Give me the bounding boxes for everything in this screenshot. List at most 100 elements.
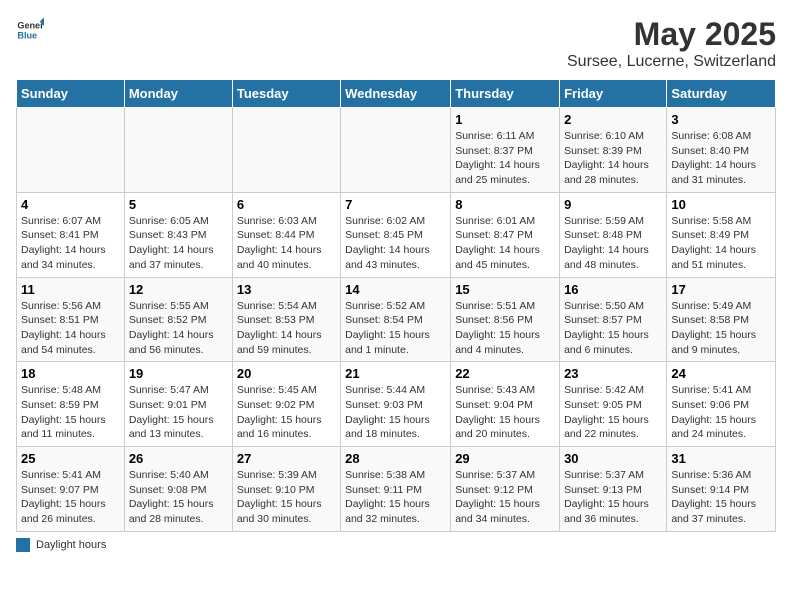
day-number: 22: [455, 366, 555, 381]
calendar-cell: 22Sunrise: 5:43 AM Sunset: 9:04 PM Dayli…: [451, 362, 560, 447]
day-detail: Sunrise: 5:37 AM Sunset: 9:12 PM Dayligh…: [455, 468, 555, 527]
calendar-cell: 13 Sunrise: 5:54 AM Sunset: 8:53 PM Dayli…: [232, 277, 340, 362]
location-subtitle: Sursee, Lucerne, Switzerland: [567, 53, 776, 71]
calendar-week-row: 4Sunrise: 6:07 AM Sunset: 8:41 PM Daylig…: [17, 192, 776, 277]
day-detail: Sunrise: 5:54 AM Sunset: 8:53 PM Dayligh…: [237, 299, 336, 358]
day-number: 8: [455, 197, 555, 212]
calendar-week-row: 18 Sunrise: 5:48 AM Sunset: 8:59 PM Dayli…: [17, 362, 776, 447]
day-number: 12: [129, 282, 228, 297]
calendar-cell: [232, 108, 340, 193]
day-number: 19: [129, 366, 228, 381]
day-number: 25: [21, 451, 120, 466]
page-header: General Blue May 2025 Sursee, Lucerne, S…: [16, 16, 776, 71]
day-number: 17: [671, 282, 771, 297]
calendar-cell: 23 Sunrise: 5:42 AM Sunset: 9:05 PM Dayli…: [560, 362, 667, 447]
day-number: 1: [455, 112, 555, 127]
legend-label: Daylight hours: [36, 539, 106, 551]
day-detail: Sunrise: 5:48 AM Sunset: 8:59 PM Dayligh…: [21, 383, 120, 442]
svg-text:Blue: Blue: [17, 30, 37, 40]
calendar-table: Sunday Monday Tuesday Wednesday Thursday…: [16, 79, 776, 532]
svg-text:General: General: [17, 21, 44, 31]
day-number: 3: [671, 112, 771, 127]
calendar-cell: 5 Sunrise: 6:05 AM Sunset: 8:43 PM Daylig…: [124, 192, 232, 277]
day-detail: Sunrise: 6:01 AM Sunset: 8:47 PM Dayligh…: [455, 214, 555, 273]
calendar-cell: 14Sunrise: 5:52 AM Sunset: 8:54 PM Dayli…: [341, 277, 451, 362]
day-detail: Sunrise: 6:07 AM Sunset: 8:41 PM Dayligh…: [21, 214, 120, 273]
day-detail: Sunrise: 5:55 AM Sunset: 8:52 PM Dayligh…: [129, 299, 228, 358]
day-detail: Sunrise: 6:03 AM Sunset: 8:44 PM Dayligh…: [237, 214, 336, 273]
calendar-cell: 18 Sunrise: 5:48 AM Sunset: 8:59 PM Dayli…: [17, 362, 125, 447]
day-detail: Sunrise: 5:58 AM Sunset: 8:49 PM Dayligh…: [671, 214, 771, 273]
header-wednesday: Wednesday: [341, 80, 451, 108]
month-year-title: May 2025: [567, 16, 776, 53]
calendar-cell: 17Sunrise: 5:49 AM Sunset: 8:58 PM Dayli…: [667, 277, 776, 362]
day-detail: Sunrise: 5:56 AM Sunset: 8:51 PM Dayligh…: [21, 299, 120, 358]
day-number: 2: [564, 112, 662, 127]
day-number: 23: [564, 366, 662, 381]
day-number: 28: [345, 451, 446, 466]
calendar-cell: 9 Sunrise: 5:59 AM Sunset: 8:48 PM Daylig…: [560, 192, 667, 277]
day-detail: Sunrise: 6:05 AM Sunset: 8:43 PM Dayligh…: [129, 214, 228, 273]
calendar-cell: 10 Sunrise: 5:58 AM Sunset: 8:49 PM Dayli…: [667, 192, 776, 277]
day-number: 29: [455, 451, 555, 466]
day-detail: Sunrise: 5:51 AM Sunset: 8:56 PM Dayligh…: [455, 299, 555, 358]
calendar-cell: [124, 108, 232, 193]
calendar-cell: 26Sunrise: 5:40 AM Sunset: 9:08 PM Dayli…: [124, 447, 232, 532]
day-detail: Sunrise: 6:11 AM Sunset: 8:37 PM Dayligh…: [455, 129, 555, 188]
day-number: 7: [345, 197, 446, 212]
calendar-cell: 21 Sunrise: 5:44 AM Sunset: 9:03 PM Dayli…: [341, 362, 451, 447]
header-friday: Friday: [560, 80, 667, 108]
day-detail: Sunrise: 5:38 AM Sunset: 9:11 PM Dayligh…: [345, 468, 446, 527]
day-detail: Sunrise: 5:47 AM Sunset: 9:01 PM Dayligh…: [129, 383, 228, 442]
day-detail: Sunrise: 5:59 AM Sunset: 8:48 PM Dayligh…: [564, 214, 662, 273]
calendar-cell: 25 Sunrise: 5:41 AM Sunset: 9:07 PM Dayli…: [17, 447, 125, 532]
day-detail: Sunrise: 5:39 AM Sunset: 9:10 PM Dayligh…: [237, 468, 336, 527]
generalblue-logo-icon: General Blue: [16, 16, 44, 44]
day-number: 31: [671, 451, 771, 466]
day-number: 11: [21, 282, 120, 297]
calendar-cell: 24Sunrise: 5:41 AM Sunset: 9:06 PM Dayli…: [667, 362, 776, 447]
calendar-cell: 4Sunrise: 6:07 AM Sunset: 8:41 PM Daylig…: [17, 192, 125, 277]
calendar-cell: [341, 108, 451, 193]
calendar-cell: 15 Sunrise: 5:51 AM Sunset: 8:56 PM Dayli…: [451, 277, 560, 362]
day-detail: Sunrise: 5:45 AM Sunset: 9:02 PM Dayligh…: [237, 383, 336, 442]
day-detail: Sunrise: 5:40 AM Sunset: 9:08 PM Dayligh…: [129, 468, 228, 527]
calendar-cell: 30Sunrise: 5:37 AM Sunset: 9:13 PM Dayli…: [560, 447, 667, 532]
header-saturday: Saturday: [667, 80, 776, 108]
header-sunday: Sunday: [17, 80, 125, 108]
day-detail: Sunrise: 5:36 AM Sunset: 9:14 PM Dayligh…: [671, 468, 771, 527]
calendar-cell: 2 Sunrise: 6:10 AM Sunset: 8:39 PM Daylig…: [560, 108, 667, 193]
calendar-week-row: 1 Sunrise: 6:11 AM Sunset: 8:37 PM Daylig…: [17, 108, 776, 193]
day-detail: Sunrise: 5:37 AM Sunset: 9:13 PM Dayligh…: [564, 468, 662, 527]
day-detail: Sunrise: 6:10 AM Sunset: 8:39 PM Dayligh…: [564, 129, 662, 188]
day-number: 10: [671, 197, 771, 212]
calendar-cell: 20 Sunrise: 5:45 AM Sunset: 9:02 PM Dayli…: [232, 362, 340, 447]
day-number: 6: [237, 197, 336, 212]
calendar-week-row: 11 Sunrise: 5:56 AM Sunset: 8:51 PM Dayli…: [17, 277, 776, 362]
day-number: 21: [345, 366, 446, 381]
logo: General Blue: [16, 16, 44, 44]
day-detail: Sunrise: 5:44 AM Sunset: 9:03 PM Dayligh…: [345, 383, 446, 442]
day-number: 9: [564, 197, 662, 212]
calendar-cell: 16Sunrise: 5:50 AM Sunset: 8:57 PM Dayli…: [560, 277, 667, 362]
header-monday: Monday: [124, 80, 232, 108]
calendar-cell: 28 Sunrise: 5:38 AM Sunset: 9:11 PM Dayli…: [341, 447, 451, 532]
calendar-cell: 19 Sunrise: 5:47 AM Sunset: 9:01 PM Dayli…: [124, 362, 232, 447]
day-detail: Sunrise: 5:41 AM Sunset: 9:07 PM Dayligh…: [21, 468, 120, 527]
header-tuesday: Tuesday: [232, 80, 340, 108]
calendar-cell: 7Sunrise: 6:02 AM Sunset: 8:45 PM Daylig…: [341, 192, 451, 277]
calendar-cell: 8 Sunrise: 6:01 AM Sunset: 8:47 PM Daylig…: [451, 192, 560, 277]
calendar-cell: 11 Sunrise: 5:56 AM Sunset: 8:51 PM Dayli…: [17, 277, 125, 362]
calendar-cell: 29 Sunrise: 5:37 AM Sunset: 9:12 PM Dayli…: [451, 447, 560, 532]
day-number: 13: [237, 282, 336, 297]
day-number: 5: [129, 197, 228, 212]
header-thursday: Thursday: [451, 80, 560, 108]
day-detail: Sunrise: 5:42 AM Sunset: 9:05 PM Dayligh…: [564, 383, 662, 442]
day-detail: Sunrise: 5:52 AM Sunset: 8:54 PM Dayligh…: [345, 299, 446, 358]
day-number: 15: [455, 282, 555, 297]
day-number: 18: [21, 366, 120, 381]
calendar-cell: 6 Sunrise: 6:03 AM Sunset: 8:44 PM Daylig…: [232, 192, 340, 277]
calendar-week-row: 25 Sunrise: 5:41 AM Sunset: 9:07 PM Dayli…: [17, 447, 776, 532]
day-detail: Sunrise: 6:08 AM Sunset: 8:40 PM Dayligh…: [671, 129, 771, 188]
day-number: 20: [237, 366, 336, 381]
